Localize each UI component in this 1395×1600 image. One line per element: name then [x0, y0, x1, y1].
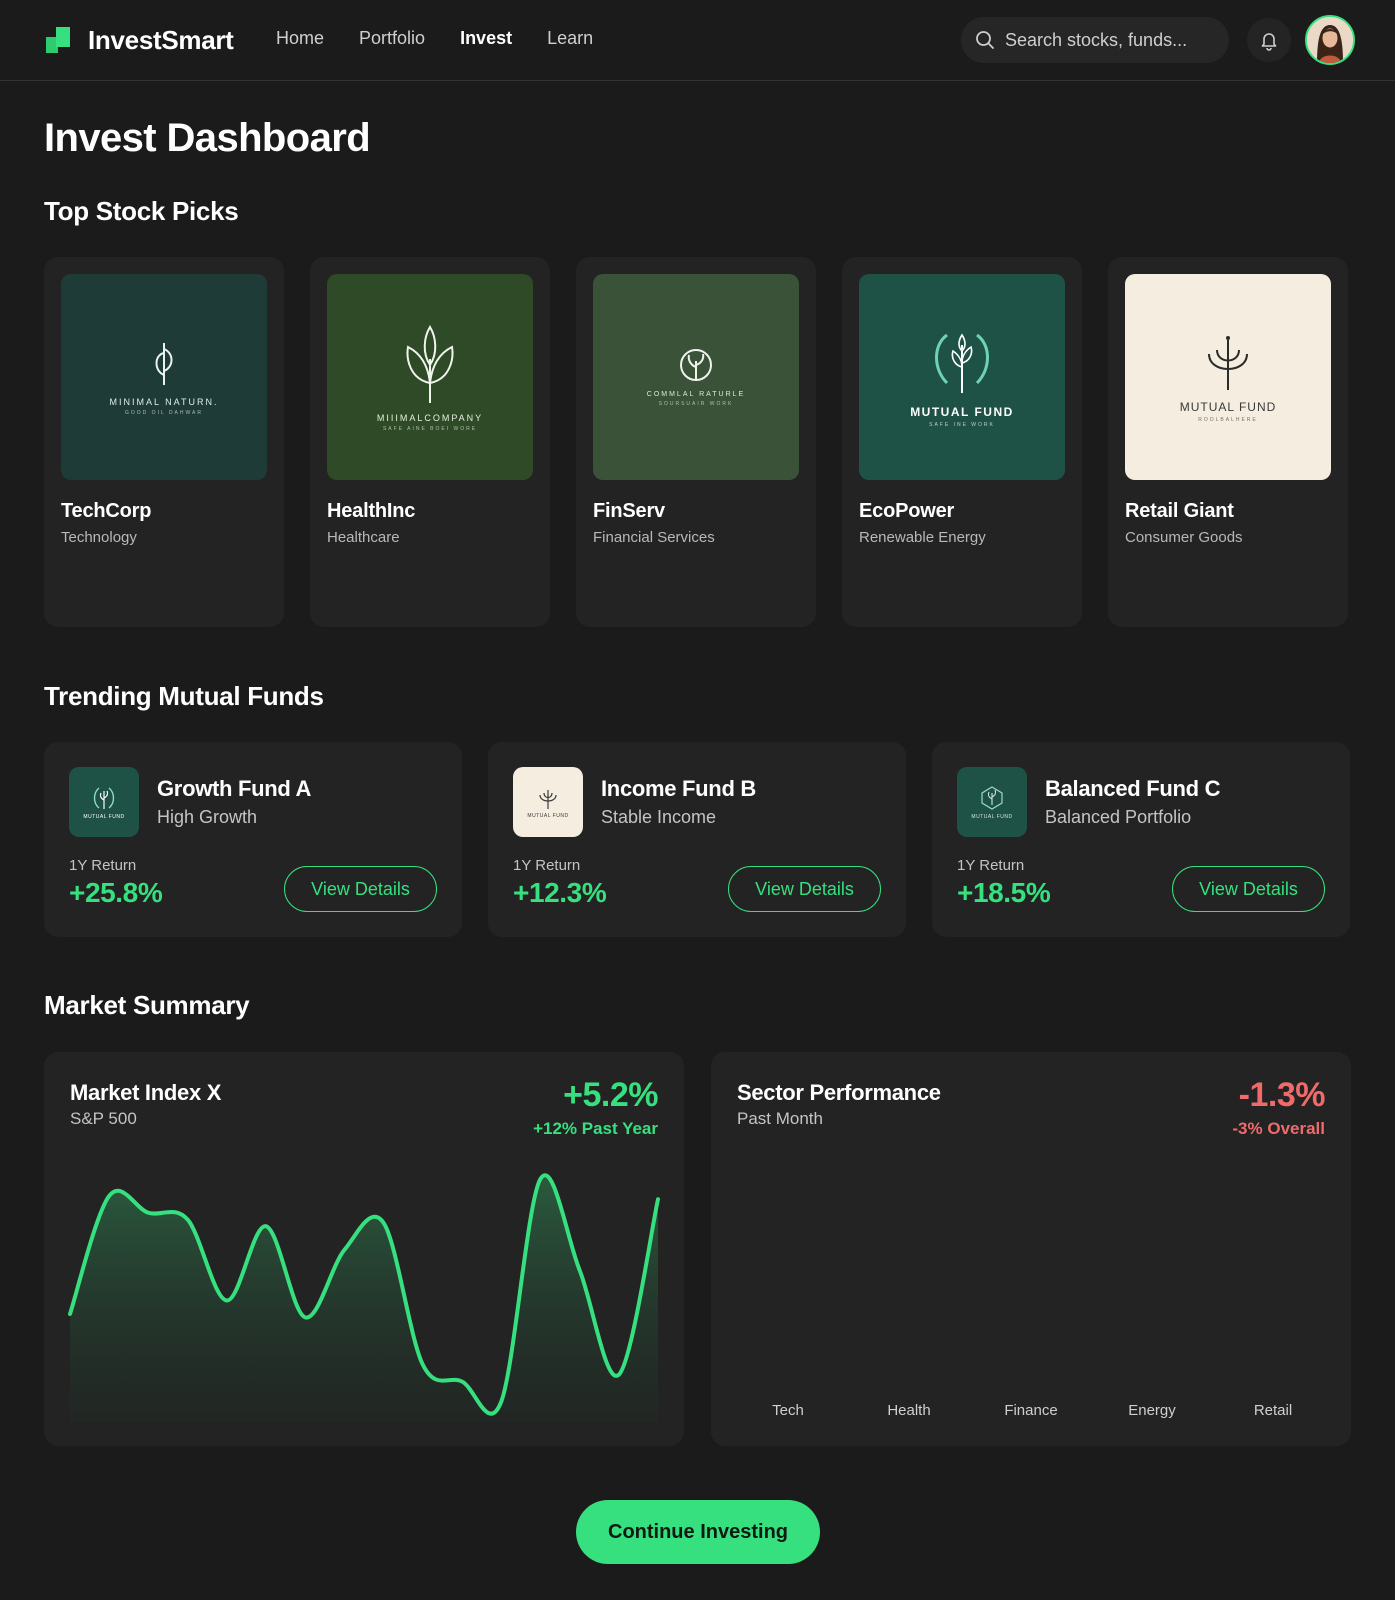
nav-item-portfolio[interactable]: Portfolio	[359, 28, 425, 49]
sector-label-energy: Energy	[1128, 1402, 1176, 1419]
logo-text: MINIMAL NATURN.	[109, 396, 219, 407]
return-label: 1Y Return	[957, 857, 1025, 874]
logo-text: MUTUAL FUND	[527, 812, 569, 819]
nav-item-home[interactable]: Home	[276, 28, 324, 49]
return-value: +25.8%	[69, 877, 163, 908]
stock-name: HealthInc	[327, 500, 416, 522]
logo-subtext: SOURSUAIR WORK	[658, 401, 734, 407]
stock-name: EcoPower	[859, 500, 955, 522]
view-details-button[interactable]: View Details	[1172, 866, 1325, 912]
wreath-tree-icon	[93, 786, 115, 809]
sector-label-health: Health	[887, 1402, 931, 1419]
fund-subtitle: Stable Income	[601, 807, 717, 827]
top-nav-bar: InvestSmart Home Portfolio Invest Learn	[0, 0, 1395, 81]
section-title-funds: Trending Mutual Funds	[44, 681, 324, 711]
nav-item-learn[interactable]: Learn	[547, 28, 593, 49]
sector-change-sub: -3% Overall	[1232, 1119, 1325, 1138]
fund-name: Growth Fund A	[157, 776, 312, 801]
stock-card[interactable]: MINIMAL NATURN. GOOD OIL DAHWAR TechCorp…	[44, 257, 284, 627]
main-nav: Home Portfolio Invest Learn	[276, 28, 628, 49]
logo-text: MUTUAL FUND	[910, 404, 1014, 419]
stock-picks-list: MINIMAL NATURN. GOOD OIL DAHWAR TechCorp…	[44, 257, 1348, 627]
search-icon	[976, 31, 994, 49]
sector-label-tech: Tech	[772, 1402, 804, 1419]
fund-subtitle: High Growth	[157, 807, 258, 827]
stock-sector: Healthcare	[327, 529, 400, 546]
continue-investing-button[interactable]: Continue Investing	[576, 1500, 820, 1564]
market-index-card: Market Index X S&P 500 +5.2% +12% Past Y…	[44, 1052, 684, 1446]
logo-subtext: SAFE INE WORK	[929, 421, 995, 428]
leaf-stem-icon	[155, 342, 173, 385]
return-value: +18.5%	[957, 877, 1051, 908]
view-details-button[interactable]: View Details	[284, 866, 437, 912]
fund-logo: MUTUAL FUND	[957, 767, 1027, 837]
stock-card[interactable]: MUTUAL FUND ROOLBALHERE Retail Giant Con…	[1108, 257, 1348, 627]
wreath-tree-icon	[935, 333, 989, 393]
sector-performance-card: Sector Performance Past Month -1.3% -3% …	[711, 1052, 1351, 1446]
fund-name: Income Fund B	[601, 776, 756, 801]
return-value: +12.3%	[513, 877, 607, 908]
stock-sector: Technology	[61, 529, 137, 546]
stock-name: TechCorp	[61, 500, 152, 522]
fund-logo: MUTUAL FUND	[69, 767, 139, 837]
fund-name: Balanced Fund C	[1045, 776, 1221, 801]
stock-logo: MUTUAL FUND ROOLBALHERE	[1125, 274, 1331, 480]
logo-text: COMMLAL RATURLE	[646, 391, 746, 398]
brand-logo-icon	[46, 27, 72, 53]
logo-text: MIIIMALCOMPANY	[376, 412, 484, 423]
nav-item-invest[interactable]: Invest	[460, 28, 512, 49]
avatar-portrait-icon	[1307, 17, 1353, 63]
page-title: Invest Dashboard	[44, 116, 371, 160]
brand[interactable]: InvestSmart	[46, 24, 234, 56]
stock-name: Retail Giant	[1125, 500, 1234, 522]
stock-sector: Financial Services	[593, 529, 715, 546]
section-title-stocks: Top Stock Picks	[44, 196, 239, 226]
brand-name: InvestSmart	[88, 24, 234, 55]
trident-plant-icon	[539, 789, 557, 809]
bell-icon	[1261, 33, 1277, 51]
logo-text: MUTUAL FUND	[1179, 399, 1277, 414]
hexagon-leaf-icon	[981, 785, 1003, 810]
stock-logo: MUTUAL FUND SAFE INE WORK	[859, 274, 1065, 480]
sector-subtitle: Past Month	[737, 1109, 823, 1128]
stock-sector: Renewable Energy	[859, 529, 986, 546]
stock-card[interactable]: MIIIMALCOMPANY SAFE AINE BOEI WORE Healt…	[310, 257, 550, 627]
fund-subtitle: Balanced Portfolio	[1045, 807, 1192, 827]
view-details-button[interactable]: View Details	[728, 866, 881, 912]
logo-subtext: SAFE AINE BOEI WORE	[382, 425, 478, 432]
mutual-funds-list: MUTUAL FUND Growth Fund A High Growth 1Y…	[44, 742, 1350, 937]
sector-label-retail: Retail	[1253, 1402, 1293, 1419]
stock-card[interactable]: COMMLAL RATURLE SOURSUAIR WORK FinServ F…	[576, 257, 816, 627]
stock-logo: MIIIMALCOMPANY SAFE AINE BOEI WORE	[327, 274, 533, 480]
fund-logo: MUTUAL FUND	[513, 767, 583, 837]
trident-plant-icon	[1208, 335, 1248, 390]
fund-card: MUTUAL FUND Growth Fund A High Growth 1Y…	[44, 742, 462, 937]
logo-subtext: GOOD OIL DAHWAR	[125, 409, 203, 416]
sector-title: Sector Performance	[737, 1080, 941, 1105]
circle-leaf-icon	[680, 349, 712, 381]
logo-text: MUTUAL FUND	[83, 813, 125, 820]
stock-logo: MINIMAL NATURN. GOOD OIL DAHWAR	[61, 274, 267, 480]
fund-card: MUTUAL FUND Balanced Fund C Balanced Por…	[932, 742, 1350, 937]
search-bar[interactable]	[961, 17, 1229, 63]
logo-subtext: ROOLBALHERE	[1198, 416, 1258, 423]
stock-sector: Consumer Goods	[1125, 529, 1243, 546]
section-title-market: Market Summary	[44, 990, 250, 1020]
fund-card: MUTUAL FUND Income Fund B Stable Income …	[488, 742, 906, 937]
sector-change: -1.3%	[1238, 1076, 1326, 1114]
stock-name: FinServ	[593, 500, 665, 522]
user-avatar[interactable]	[1305, 15, 1355, 65]
search-input[interactable]	[1005, 29, 1215, 51]
stock-card[interactable]: MUTUAL FUND SAFE INE WORK EcoPower Renew…	[842, 257, 1082, 627]
return-label: 1Y Return	[69, 857, 137, 874]
sector-label-finance: Finance	[1004, 1402, 1058, 1419]
sprout-icon	[406, 324, 454, 403]
return-label: 1Y Return	[513, 857, 581, 874]
notifications-button[interactable]	[1247, 18, 1291, 62]
stock-logo: COMMLAL RATURLE SOURSUAIR WORK	[593, 274, 799, 480]
logo-text: MUTUAL FUND	[971, 813, 1013, 820]
index-area-chart	[68, 1173, 660, 1422]
